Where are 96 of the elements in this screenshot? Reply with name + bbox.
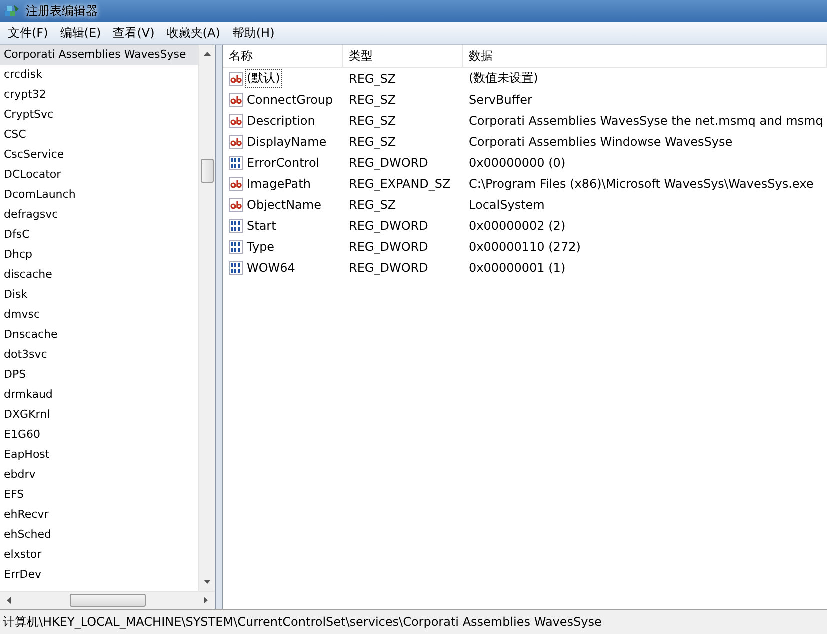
tree-item[interactable]: DXGKrnl: [0, 405, 198, 425]
value-name: Type: [246, 238, 276, 254]
value-type: REG_SZ: [349, 72, 396, 86]
tree-item[interactable]: CryptSvc: [0, 105, 198, 125]
tree-item[interactable]: elxstor: [0, 545, 198, 565]
scroll-thumb[interactable]: [70, 594, 146, 607]
value-data: Corporati Assemblies WavesSyse the net.msmq and msmq: [469, 114, 824, 128]
table-row[interactable]: ConnectGroup REG_SZ ServBuffer: [223, 89, 827, 110]
binary-value-icon: [229, 260, 243, 274]
value-type: REG_DWORD: [349, 218, 428, 232]
tree-item[interactable]: DfsC: [0, 225, 198, 245]
column-header[interactable]: 数据: [463, 45, 827, 67]
scroll-down-arrow-icon[interactable]: [202, 579, 212, 585]
string-value-icon: [229, 114, 243, 128]
registry-cubes-icon: [4, 3, 20, 19]
scroll-left-arrow-icon[interactable]: [6, 596, 12, 605]
tree-item[interactable]: ehSched: [0, 525, 198, 545]
value-type: REG_EXPAND_SZ: [349, 176, 451, 190]
menu-item[interactable]: 编辑(E): [54, 22, 108, 44]
value-data: ServBuffer: [469, 92, 532, 106]
binary-value-icon: [229, 156, 243, 170]
registry-path: 计算机\HKEY_LOCAL_MACHINE\SYSTEM\CurrentControlSet\services\Corporati Assemblies WavesSyse: [3, 614, 602, 630]
table-row[interactable]: ObjectName REG_SZ LocalSystem: [223, 194, 827, 215]
value-data: C:\Program Files (x86)\Microsoft WavesSys\WavesSys.exe: [469, 176, 814, 190]
value-type: REG_SZ: [349, 92, 396, 106]
menu-item[interactable]: 文件(F): [2, 22, 54, 44]
value-data: 0x00000002 (2): [469, 218, 566, 232]
tree-item[interactable]: dot3svc: [0, 345, 198, 365]
tree-item[interactable]: ehRecvr: [0, 505, 198, 525]
tree-item[interactable]: defragsvc: [0, 205, 198, 225]
value-name: ErrorControl: [246, 154, 321, 170]
string-value-icon: [229, 176, 243, 190]
string-value-icon: [229, 92, 243, 106]
binary-value-icon: [229, 240, 243, 254]
tree-item[interactable]: crypt32: [0, 85, 198, 105]
table-row[interactable]: Type REG_DWORD 0x00000110 (272): [223, 236, 827, 257]
string-value-icon: [229, 72, 243, 86]
scroll-thumb[interactable]: [200, 159, 214, 183]
value-data: (数值未设置): [469, 70, 538, 87]
table-row[interactable]: Start REG_DWORD 0x00000002 (2): [223, 215, 827, 236]
value-name: (默认): [245, 69, 282, 88]
value-data: 0x00000110 (272): [469, 240, 581, 254]
table-row[interactable]: Description REG_SZ Corporati Assemblies WavesSyse the net.msmq and msmq: [223, 110, 827, 131]
binary-value-icon: [229, 218, 243, 232]
tree-item[interactable]: discache: [0, 265, 198, 285]
table-row[interactable]: ImagePath REG_EXPAND_SZ C:\Program Files (x86)\Microsoft WavesSys\WavesSys.exe: [223, 173, 827, 194]
value-data: 0x00000000 (0): [469, 156, 566, 170]
tree-item[interactable]: DPS: [0, 365, 198, 385]
tree-item[interactable]: CSC: [0, 125, 198, 145]
tree-item[interactable]: DcomLaunch: [0, 185, 198, 205]
value-name: Description: [246, 112, 316, 128]
value-data: 0x00000001 (1): [469, 260, 566, 274]
string-value-icon: [229, 198, 243, 212]
table-row[interactable]: ErrorControl REG_DWORD 0x00000000 (0): [223, 152, 827, 173]
tree-item[interactable]: DCLocator: [0, 165, 198, 185]
value-type: REG_DWORD: [349, 240, 428, 254]
value-data: LocalSystem: [469, 198, 545, 212]
scroll-up-arrow-icon[interactable]: [202, 51, 212, 57]
tree-item[interactable]: Dnscache: [0, 325, 198, 345]
value-type: REG_SZ: [349, 198, 396, 212]
tree-item[interactable]: CscService: [0, 145, 198, 165]
value-type: REG_DWORD: [349, 260, 428, 274]
tree-item[interactable]: ErrDev: [0, 565, 198, 585]
tree-item[interactable]: Disk: [0, 285, 198, 305]
window-title: 注册表编辑器: [26, 2, 98, 20]
menu-item[interactable]: 收藏夹(A): [160, 22, 226, 44]
value-type: REG_DWORD: [349, 156, 428, 170]
value-name: WOW64: [246, 260, 296, 276]
value-name: ImagePath: [246, 176, 312, 192]
tree-item[interactable]: EFS: [0, 485, 198, 505]
menu-item[interactable]: 帮助(H): [226, 22, 281, 44]
string-value-icon: [229, 134, 243, 148]
tree-item[interactable]: E1G60: [0, 425, 198, 445]
scroll-right-arrow-icon[interactable]: [203, 596, 209, 605]
value-type: REG_SZ: [349, 114, 396, 128]
menu-item[interactable]: 查看(V): [107, 22, 161, 44]
vertical-scrollbar[interactable]: [198, 45, 215, 591]
tree-item[interactable]: EapHost: [0, 445, 198, 465]
tree-item[interactable]: Corporati Assemblies WavesSyse: [0, 45, 198, 65]
tree-item[interactable]: drmkaud: [0, 385, 198, 405]
value-name: ConnectGroup: [246, 92, 334, 108]
value-type: REG_SZ: [349, 134, 396, 148]
column-header[interactable]: 名称: [223, 45, 343, 67]
column-header[interactable]: 类型: [343, 45, 463, 67]
tree-item[interactable]: ebdrv: [0, 465, 198, 485]
tree-item[interactable]: dmvsc: [0, 305, 198, 325]
tree-item[interactable]: crcdisk: [0, 65, 198, 85]
tree-item[interactable]: Dhcp: [0, 245, 198, 265]
table-row[interactable]: DisplayName REG_SZ Corporati Assemblies Windowse WavesSyse: [223, 131, 827, 152]
table-row[interactable]: WOW64 REG_DWORD 0x00000001 (1): [223, 257, 827, 278]
horizontal-scrollbar[interactable]: [0, 591, 215, 609]
value-name: DisplayName: [246, 134, 328, 150]
value-name: Start: [246, 218, 278, 234]
value-name: ObjectName: [246, 196, 322, 212]
value-data: Corporati Assemblies Windowse WavesSyse: [469, 134, 733, 148]
table-row[interactable]: (默认) REG_SZ (数值未设置): [223, 68, 827, 89]
